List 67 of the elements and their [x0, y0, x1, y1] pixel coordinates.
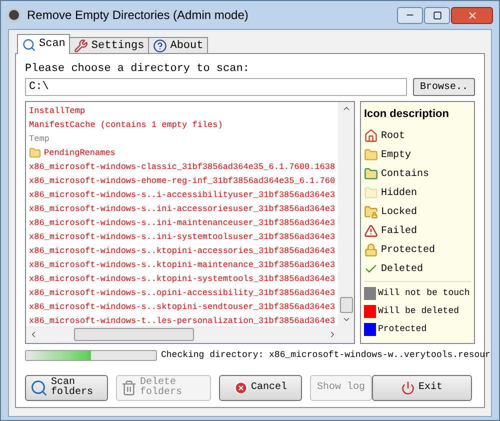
legend-label: Root — [381, 130, 406, 144]
folder-item[interactable]: x86_microsoft-windows-s..ini-maintenanceuser_31bf3856ad364e3 — [29, 218, 336, 228]
vertical-scrollbar[interactable] — [338, 102, 354, 326]
app-icon — [7, 8, 21, 22]
legend-label: Hidden — [381, 186, 418, 200]
folder-plus-icon — [364, 167, 378, 181]
power-icon — [401, 380, 416, 394]
folder-item[interactable]: x86_microsoft-windows-s..ktopini-maintenance_31bf3856ad364e3 — [29, 260, 336, 270]
folder-item[interactable]: x86_microsoft-windows-s..opini-accessibility_31bf3856ad364e3 — [29, 288, 336, 298]
legend-label: Contains — [381, 168, 430, 182]
wrench-icon — [74, 39, 88, 53]
folder-item[interactable]: x86_microsoft-windows-s..sktopini-sendtouser_31bf3856ad364e3 — [29, 302, 336, 312]
maximize-icon — [432, 10, 442, 20]
scroll-up-icon — [342, 104, 350, 113]
folder-item[interactable]: x86_microsoft-windows-s..ktopini-accessories_31bf3856ad364e3 — [29, 246, 336, 256]
help-icon — [153, 39, 168, 53]
tab[interactable]: Settings — [69, 37, 150, 54]
directory-field[interactable]: C:\ — [25, 78, 407, 96]
action-button[interactable]: Scan folders — [25, 374, 108, 400]
folder-item[interactable]: x86_microsoft-windows-s..ini-systemtoolsuser_31bf3856ad364e3 — [29, 232, 336, 242]
house-icon — [364, 129, 378, 143]
legend-label: Empty — [381, 148, 412, 162]
scroll-right-icon — [328, 330, 337, 339]
status-text: Checking directory: x86_microsoft-windows-w..verytools.resour — [161, 349, 490, 362]
folder-lock-icon — [364, 205, 378, 219]
search-icon — [22, 38, 36, 52]
scroll-down-icon — [342, 315, 350, 324]
folder-item[interactable]: Temp — [29, 134, 50, 144]
search-icon — [30, 378, 48, 396]
folder-item[interactable]: InstallTemp — [29, 106, 86, 116]
window-title: Remove Empty Directories (Admin mode) — [27, 7, 248, 24]
folder-item[interactable]: x86_microsoft-windows-s..ktopini-systemtools_31bf3856ad364e3 — [29, 274, 336, 284]
tab[interactable]: About — [148, 37, 208, 54]
folder-item[interactable]: PendingRenames — [44, 148, 116, 158]
tab[interactable]: Scan — [17, 34, 70, 54]
folder-item[interactable]: x86_microsoft-windows-ehome-reg-inf_31bf3856ad364e35_6.1.760 — [29, 176, 336, 186]
folder-icon — [29, 147, 41, 159]
folder-item[interactable]: x86_microsoft-windows-t..les-personalization_31bf3856ad364e3 — [29, 316, 336, 326]
folder-item[interactable]: x86_microsoft-windows-classic_31bf3856ad364e35_6.1.7600.1638 — [29, 162, 336, 172]
browse-button[interactable]: Browse.. — [412, 78, 475, 96]
legend-label: Failed — [381, 224, 418, 238]
horizontal-scrollbar[interactable] — [26, 326, 354, 343]
folder-icon — [364, 148, 378, 162]
folder-item[interactable]: x86_microsoft-windows-s..i-accessibilityuser_31bf3856ad364e3 — [29, 190, 336, 200]
close-icon — [466, 10, 478, 20]
scroll-left-icon — [29, 330, 38, 339]
legend-label: Locked — [381, 206, 418, 220]
warning-icon — [364, 224, 378, 238]
legend-label: Deleted — [381, 262, 424, 276]
legend-label: Protected — [381, 244, 436, 258]
scrollbar-thumb[interactable] — [74, 328, 194, 341]
close-button[interactable] — [451, 6, 493, 24]
legend-label: Protected — [378, 322, 427, 336]
legend-title: Icon description — [364, 107, 450, 122]
legend-label: Will be deleted — [378, 304, 460, 318]
folder-item[interactable]: ManifestCache (contains 1 empty files) — [29, 120, 223, 130]
folder-item[interactable]: x86_microsoft-windows-s..ini-accessoriesuser_31bf3856ad364e3 — [29, 204, 336, 214]
legend-label: Will not be touch — [378, 286, 470, 300]
maximize-button[interactable] — [424, 6, 450, 24]
folder-icon — [364, 186, 378, 200]
action-button[interactable]: Cancel — [219, 374, 302, 400]
close-circle-icon — [234, 380, 248, 394]
directory-label: Please choose a directory to scan: — [25, 62, 250, 76]
trash-icon — [121, 380, 137, 396]
scrollbar-thumb[interactable] — [340, 297, 352, 313]
lock-icon — [364, 243, 378, 257]
action-button[interactable]: Exit — [372, 374, 472, 400]
